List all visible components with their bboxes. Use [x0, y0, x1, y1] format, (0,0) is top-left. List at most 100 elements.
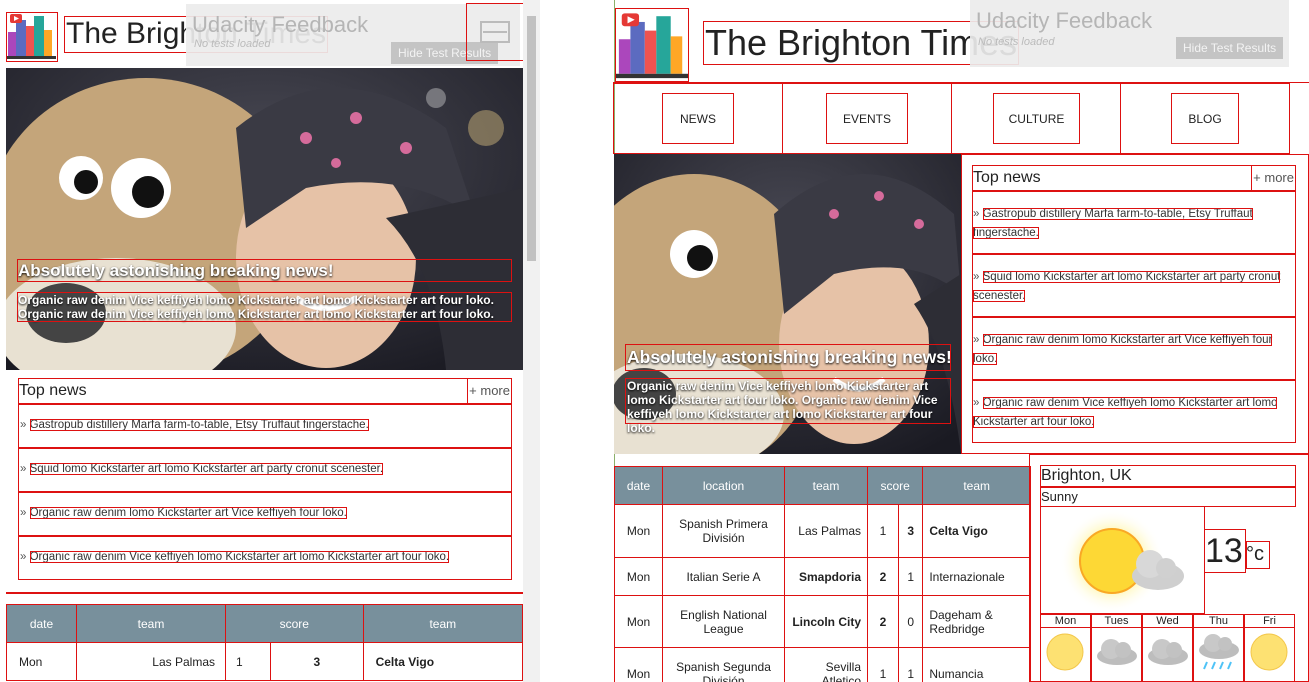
hero-headline: Absolutely astonishing breaking news!: [625, 344, 952, 371]
top-news: Top news + more » Gastropub distillery M…: [18, 378, 512, 582]
list-item: » Organic raw denim lomo Kickstarter art…: [18, 492, 512, 536]
top-news-header: Top news + more: [972, 165, 1296, 191]
forecast-day-label: Tues: [1091, 614, 1142, 628]
nav-cell: BLOG: [1120, 83, 1290, 154]
cell-team: Las Palmas: [76, 642, 226, 681]
forecast-day-label: Wed: [1142, 614, 1193, 628]
forecast-day: Thu: [1193, 614, 1244, 682]
cell-team: Las Palmas: [784, 504, 868, 558]
forecast-day: Mon: [1040, 614, 1091, 682]
cell-score: 1: [225, 642, 271, 681]
forecast-day-label: Mon: [1040, 614, 1091, 628]
top-news-title: Top news: [973, 169, 1041, 186]
weather-unit: °c: [1246, 541, 1270, 569]
nav-culture[interactable]: CULTURE: [993, 93, 1080, 144]
cell-score: 1: [897, 557, 924, 596]
site-logo: [615, 8, 689, 82]
site-logo: [6, 12, 58, 62]
hide-results-button[interactable]: Hide Test Results: [1176, 37, 1284, 59]
cell-date: Mon: [614, 595, 663, 648]
cell-team: Dageham & Redbridge: [922, 595, 1031, 648]
weather-widget: Brighton, UK Sunny 13 °c Mon Tues Wed Thu Fr…: [1029, 454, 1309, 682]
forecast-day-label: Fri: [1244, 614, 1295, 628]
col-header: date: [614, 466, 663, 505]
divider: [6, 592, 523, 594]
list-item: » Gastropub distillery Marfa farm-to-tab…: [18, 404, 512, 448]
nav-cell: CULTURE: [951, 83, 1121, 154]
cell-team: Lincoln City: [784, 595, 868, 648]
more-link[interactable]: + more: [467, 378, 512, 404]
rain-icon: [1193, 628, 1244, 682]
weather-city: Brighton, UK: [1040, 465, 1296, 487]
news-link[interactable]: Gastropub distillery Marfa farm-to-table…: [973, 208, 1253, 239]
cell-date: Mon: [614, 647, 663, 682]
main-nav: NEWS EVENTS CULTURE BLOG: [613, 83, 1309, 154]
scores-table: date team score team Mon Las Palmas 1 3 …: [6, 604, 524, 681]
news-link[interactable]: Organic raw denim Vice keffiyeh lomo Kic…: [29, 551, 450, 563]
news-link[interactable]: Organic raw denim lomo Kickstarter art V…: [29, 507, 347, 519]
col-header: team: [76, 604, 226, 643]
list-item: » Organic raw denim lomo Kickstarter art…: [972, 317, 1296, 380]
nav-events[interactable]: EVENTS: [826, 93, 908, 144]
news-link[interactable]: Gastropub distillery Marfa farm-to-table…: [29, 419, 369, 431]
news-link[interactable]: Organic raw denim lomo Kickstarter art V…: [973, 334, 1273, 365]
cell-team: Celta Vigo: [922, 504, 1031, 558]
scrollbar-thumb[interactable]: [527, 16, 536, 261]
weather-main-icon: [1040, 506, 1205, 614]
list-item: » Gastropub distillery Marfa farm-to-tab…: [972, 191, 1296, 254]
forecast-day: Fri: [1244, 614, 1295, 682]
cell-date: Mon: [6, 642, 77, 681]
hero-image: Absolutely astonishing breaking news! Or…: [614, 154, 961, 454]
cell-team: Celta Vigo: [362, 642, 524, 681]
feedback-status: No tests loaded: [978, 36, 1055, 48]
cell-score: 0: [897, 595, 924, 648]
sun-icon: [1244, 628, 1295, 682]
col-header: score: [225, 604, 364, 643]
cell-date: Mon: [614, 504, 663, 558]
forecast-day: Wed: [1142, 614, 1193, 682]
col-header: date: [6, 604, 77, 643]
cell-score: 2: [867, 557, 899, 596]
cloud-icon: [1142, 628, 1193, 682]
hero-image: Absolutely astonishing breaking news! Or…: [6, 68, 523, 370]
nav-news[interactable]: NEWS: [662, 93, 734, 144]
cell-score: 1: [867, 647, 899, 682]
list-item: » Squid lomo Kickstarter art lomo Kickst…: [18, 448, 512, 492]
cell-score: 3: [897, 504, 924, 558]
cell-team: Sevilla Atletico: [784, 647, 868, 682]
top-news: Top news + more » Gastropub distillery M…: [961, 154, 1309, 454]
cell-location: English National League: [662, 595, 785, 648]
cell-date: Mon: [614, 557, 663, 596]
tablet-view: The Brighton Times Udacity Feedback No t…: [613, 0, 1309, 682]
mobile-view: The Brighton Times Udacity Feedback No t…: [0, 0, 540, 682]
forecast: Mon Tues Wed Thu Fri: [1040, 614, 1296, 682]
news-link[interactable]: Squid lomo Kickstarter art lomo Kickstar…: [973, 271, 1281, 302]
cell-location: Spanish Primera División: [662, 504, 785, 558]
nav-blog[interactable]: BLOG: [1171, 93, 1239, 144]
col-header: team: [784, 466, 868, 505]
scrollbar[interactable]: [523, 0, 540, 682]
weather-temp: 13: [1204, 529, 1246, 573]
weather-condition: Sunny: [1040, 487, 1296, 507]
feedback-status: No tests loaded: [194, 38, 271, 50]
forecast-day-label: Thu: [1193, 614, 1244, 628]
hero-blurb: Organic raw denim Vice keffiyeh lomo Kic…: [17, 292, 512, 322]
feedback-title: Udacity Feedback: [976, 8, 1153, 33]
scores-table: date location team score team Mon Spanis…: [614, 466, 1031, 682]
menu-button[interactable]: [466, 3, 524, 61]
cell-team: Numancia: [922, 647, 1031, 682]
cell-location: Italian Serie A: [662, 557, 785, 596]
more-link[interactable]: + more: [1251, 165, 1296, 191]
cell-location: Spanish Segunda División: [662, 647, 785, 682]
top-news-title: Top news: [19, 382, 87, 399]
hero-blurb: Organic raw denim Vice keffiyeh lomo Kic…: [625, 378, 951, 435]
list-item: » Organic raw denim Vice keffiyeh lomo K…: [972, 380, 1296, 443]
cell-team: Smapdoria: [784, 557, 868, 596]
news-link[interactable]: Organic raw denim Vice keffiyeh lomo Kic…: [973, 397, 1278, 428]
nav-cell: EVENTS: [782, 83, 952, 154]
list-item: » Organic raw denim Vice keffiyeh lomo K…: [18, 536, 512, 580]
cell-score: 3: [270, 642, 364, 681]
feedback-panel: Udacity Feedback No tests loaded Hide Te…: [970, 0, 1289, 67]
news-link[interactable]: Squid lomo Kickstarter art lomo Kickstar…: [29, 463, 384, 475]
cell-score: 1: [867, 504, 899, 558]
